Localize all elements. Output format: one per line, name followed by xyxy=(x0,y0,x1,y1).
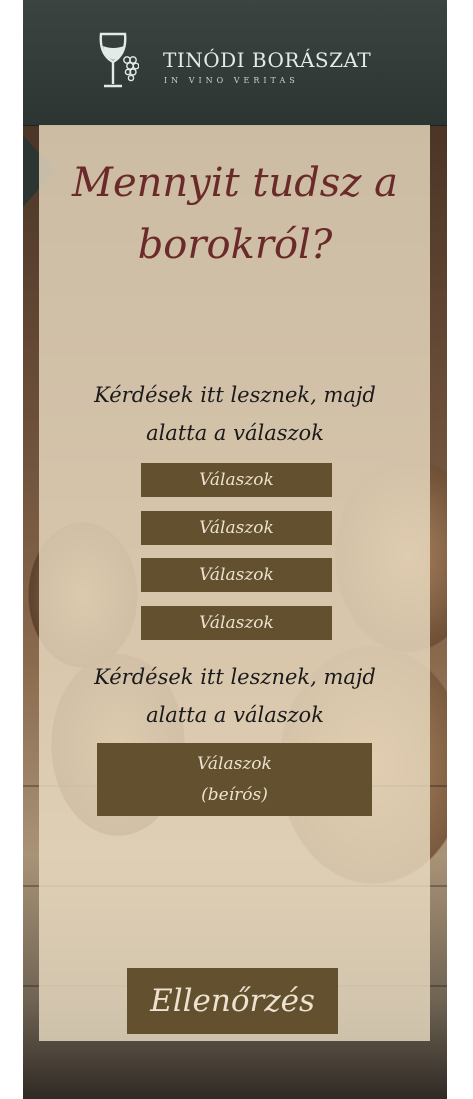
site-header: TINÓDI BORÁSZAT IN VINO VERITAS xyxy=(23,0,447,126)
brand-name[interactable]: TINÓDI BORÁSZAT xyxy=(163,48,371,72)
question-line: alatta a válaszok xyxy=(146,703,324,727)
text-answer-field[interactable]: Válaszok (beírós) xyxy=(97,743,372,816)
quiz-title: Mennyit tudsz a borokról? xyxy=(23,152,447,276)
quiz-title-line: Mennyit tudsz a xyxy=(72,160,398,206)
question-line: Kérdések itt lesznek, majd xyxy=(94,665,376,689)
answer-option[interactable]: Válaszok xyxy=(141,558,332,592)
question-text: Kérdések itt lesznek, majd alatta a vála… xyxy=(23,658,447,734)
brand-tagline: IN VINO VERITAS xyxy=(164,76,299,85)
check-answers-button[interactable]: Ellenőrzés xyxy=(127,968,338,1034)
text-answer-line: Válaszok xyxy=(197,754,272,774)
answer-option[interactable]: Válaszok xyxy=(141,606,332,640)
question-text: Kérdések itt lesznek, majd alatta a vála… xyxy=(23,376,447,452)
text-answer-line: (beírós) xyxy=(201,785,268,805)
question-line: Kérdések itt lesznek, majd xyxy=(94,383,376,407)
quiz-title-line: borokról? xyxy=(137,222,333,268)
answer-option[interactable]: Válaszok xyxy=(141,463,332,497)
app-frame: TINÓDI BORÁSZAT IN VINO VERITAS Mennyit … xyxy=(23,0,447,1099)
question-line: alatta a válaszok xyxy=(146,421,324,445)
wine-glass-grapes-icon[interactable] xyxy=(95,32,139,94)
answer-option[interactable]: Válaszok xyxy=(141,511,332,545)
